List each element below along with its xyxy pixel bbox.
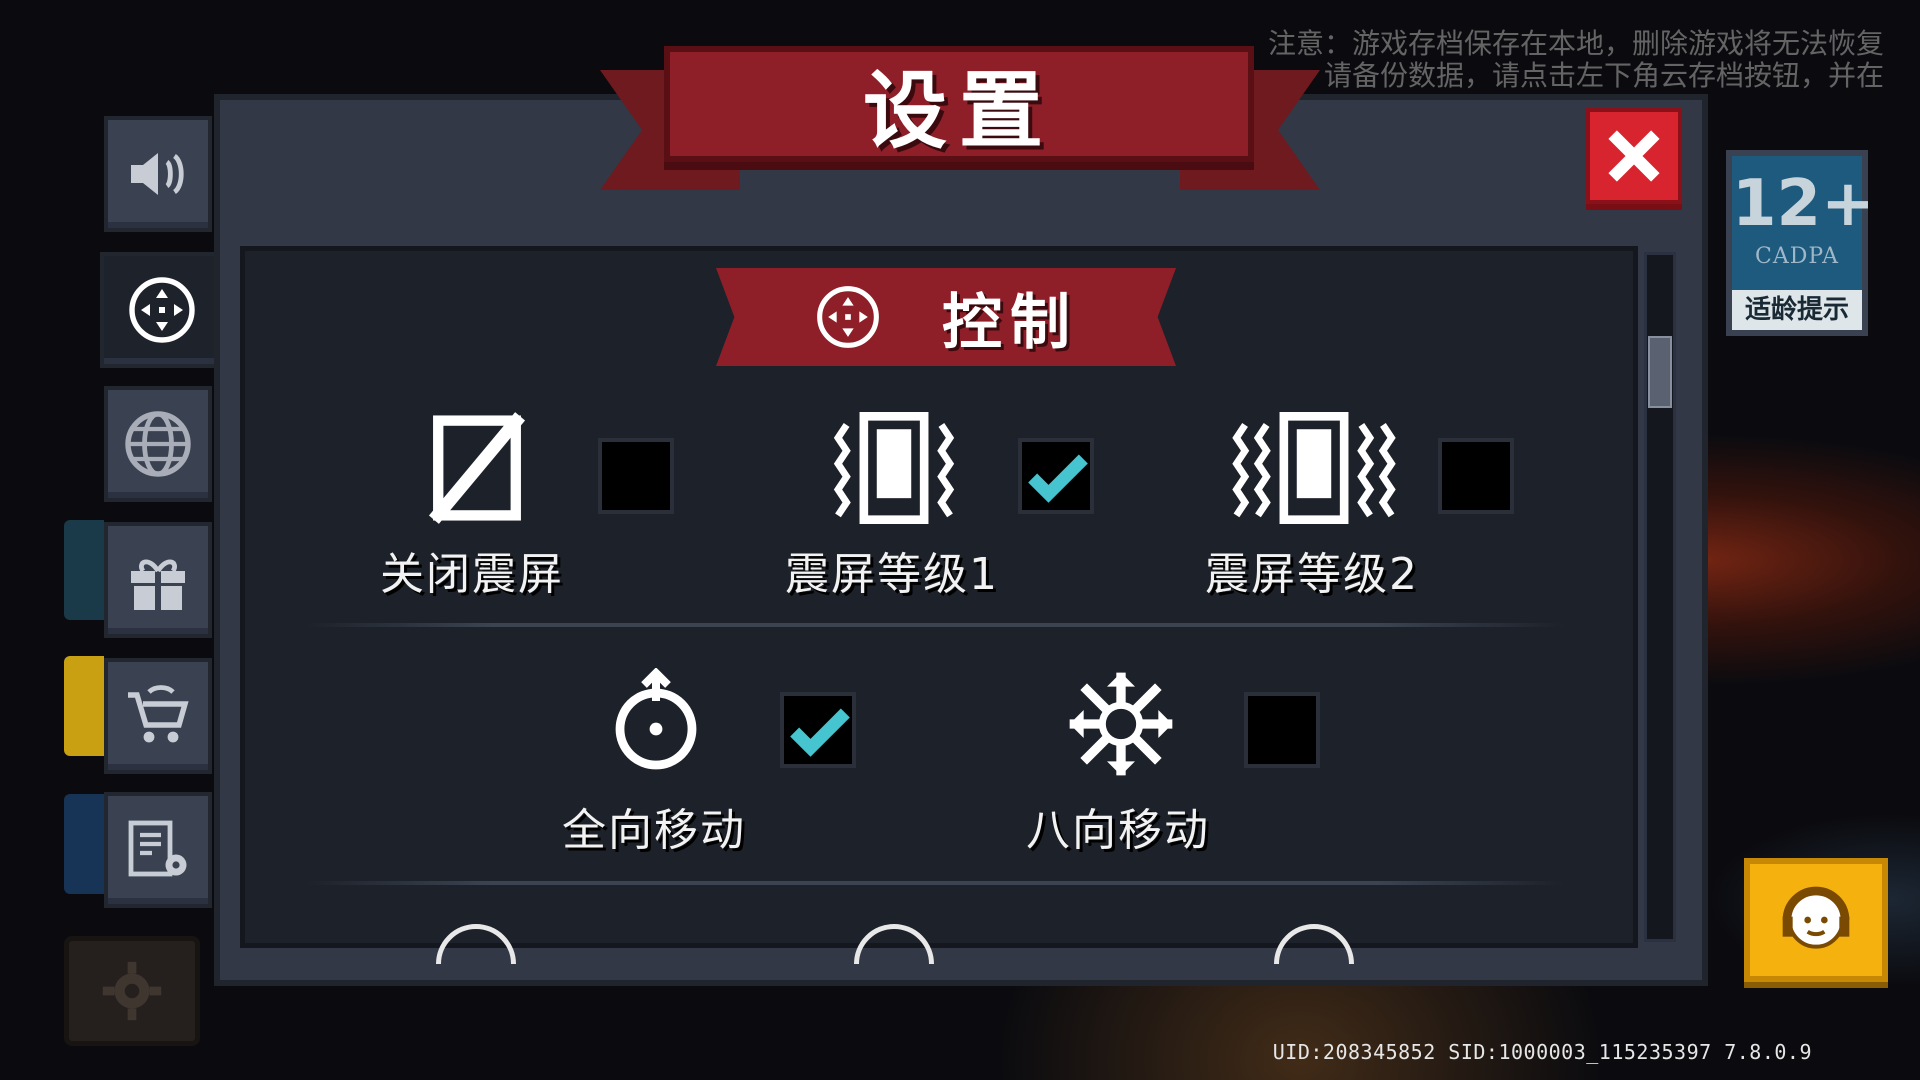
dpad-icon bbox=[129, 277, 195, 343]
next-option-icon-peek bbox=[854, 924, 938, 964]
next-option-icon-peek bbox=[436, 924, 520, 964]
side-decoration bbox=[64, 520, 104, 620]
vibrate-level1-icon bbox=[833, 412, 955, 524]
gear-icon bbox=[102, 961, 162, 1021]
customer-service-button[interactable] bbox=[1744, 858, 1888, 982]
dpad-icon bbox=[817, 286, 879, 348]
checkbox-no-vibrate[interactable] bbox=[598, 438, 674, 514]
tab-control[interactable] bbox=[100, 252, 220, 368]
settings-doc-icon bbox=[128, 820, 187, 877]
no-vibrate-icon bbox=[428, 412, 526, 524]
checkbox-eight-direction[interactable] bbox=[1244, 692, 1320, 768]
speaker-icon bbox=[131, 153, 184, 195]
cart-icon bbox=[128, 685, 189, 743]
vibrate-level2-icon bbox=[1232, 412, 1396, 524]
close-button[interactable] bbox=[1586, 108, 1682, 204]
age-rating-badge[interactable]: 12+ CADPA 适龄提示 bbox=[1726, 150, 1875, 336]
tab-language[interactable] bbox=[104, 386, 212, 502]
side-decoration bbox=[64, 794, 104, 894]
globe-icon bbox=[125, 411, 191, 477]
option-label: 八向移动 bbox=[1026, 805, 1210, 856]
option-label: 全向移动 bbox=[562, 805, 746, 856]
checkbox-vibrate-level1[interactable] bbox=[1018, 438, 1094, 514]
option-label: 关闭震屏 bbox=[380, 549, 564, 600]
age-tip: 适龄提示 bbox=[1732, 290, 1862, 330]
section-header-control: 控制 bbox=[716, 268, 1176, 366]
section-title: 控制 bbox=[942, 287, 1078, 358]
eight-direction-icon bbox=[1069, 672, 1173, 776]
tab-sound[interactable] bbox=[104, 116, 212, 232]
tab-shop[interactable] bbox=[104, 658, 212, 774]
tab-gift[interactable] bbox=[104, 522, 212, 638]
age-rating: 12+ bbox=[1732, 167, 1875, 241]
rating-org: CADPA bbox=[1754, 244, 1840, 269]
cloud-settings-button[interactable] bbox=[64, 936, 200, 1046]
check-icon bbox=[1028, 454, 1088, 503]
headset-icon bbox=[1782, 886, 1850, 949]
divider bbox=[305, 623, 1565, 627]
checkbox-vibrate-level2[interactable] bbox=[1438, 438, 1514, 514]
divider bbox=[305, 881, 1565, 885]
notice-line-1: 注意：游戏存档保存在本地，删除游戏将无法恢复 bbox=[1267, 27, 1884, 60]
dialog-title: 设置 bbox=[862, 61, 1055, 160]
uid-text: UID:208345852 SID:1000003_115235397 7.8.… bbox=[1272, 1040, 1812, 1064]
close-icon bbox=[1608, 130, 1660, 182]
gift-icon bbox=[131, 559, 185, 610]
next-option-icon-peek bbox=[1274, 924, 1358, 964]
omnidirectional-icon bbox=[615, 668, 697, 770]
dialog-title-banner: 设置 bbox=[664, 46, 1254, 162]
option-label: 震屏等级1 bbox=[785, 549, 999, 600]
checkbox-omnidirectional[interactable] bbox=[780, 692, 856, 768]
check-icon bbox=[790, 708, 850, 757]
option-label: 震屏等级2 bbox=[1205, 549, 1419, 600]
tab-advanced[interactable] bbox=[104, 792, 212, 908]
side-decoration bbox=[64, 656, 104, 756]
scrollbar-thumb[interactable] bbox=[1648, 336, 1672, 408]
